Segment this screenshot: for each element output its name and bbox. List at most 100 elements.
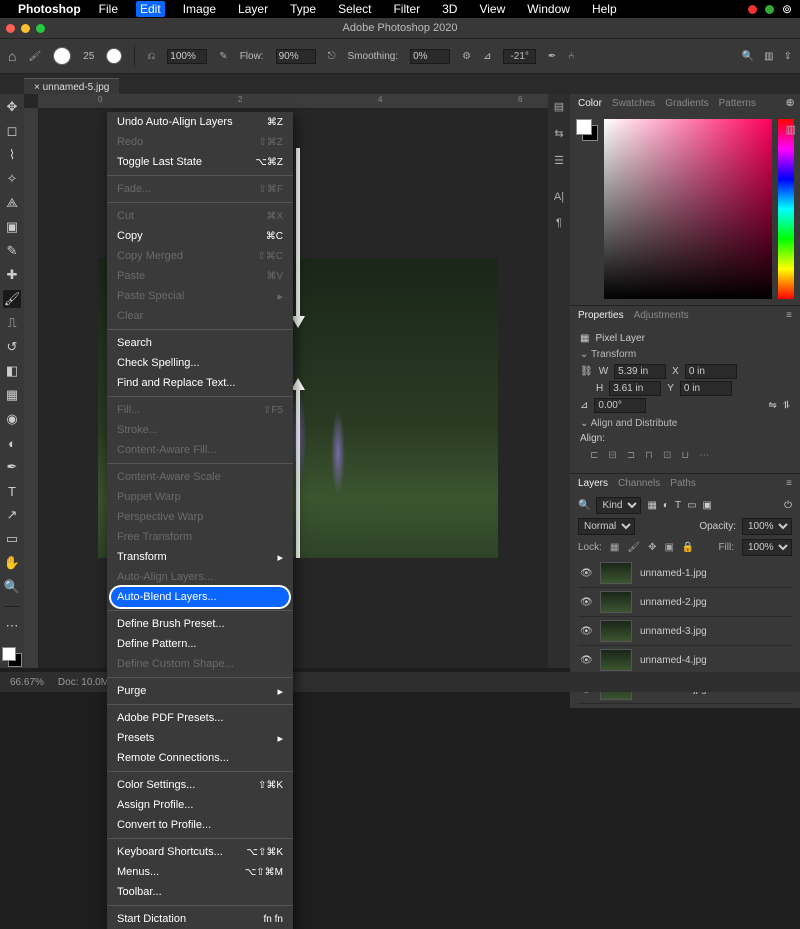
menu-edit[interactable]: Edit <box>136 1 165 17</box>
lock-pixels-icon[interactable]: ▦ <box>610 542 619 553</box>
paragraph-panel-icon[interactable]: ¶ <box>556 217 562 229</box>
menu-item-check-spelling[interactable]: Check Spelling... <box>107 353 293 373</box>
menu-item-toolbar[interactable]: Toolbar... <box>107 882 293 902</box>
menu-item-define-pattern[interactable]: Define Pattern... <box>107 634 293 654</box>
frame-tool[interactable]: ▣ <box>3 218 21 236</box>
menu-image[interactable]: Image <box>179 1 220 17</box>
transform-section[interactable]: ⌄ Transform <box>580 349 790 360</box>
character-panel-icon[interactable]: A| <box>554 191 564 203</box>
hand-tool[interactable]: ✋ <box>3 554 21 572</box>
airbrush-icon[interactable]: ⎋ <box>328 51 336 62</box>
align-bottom-icon[interactable]: ⊔ <box>681 450 689 461</box>
pressure-opacity-icon[interactable]: ✎ <box>219 51 227 62</box>
dodge-tool[interactable]: ◐ <box>3 434 21 452</box>
angle-field[interactable]: -21° <box>503 49 535 64</box>
edit-toolbar[interactable]: ⋯ <box>3 617 21 635</box>
menu-item-start-dictation[interactable]: Start Dictationfn fn <box>107 909 293 929</box>
x-field[interactable] <box>685 364 737 379</box>
layer-row[interactable]: 👁unnamed-2.jpg <box>578 588 792 617</box>
lock-artboard-icon[interactable]: ▣ <box>664 542 673 553</box>
opacity-field[interactable] <box>167 49 207 64</box>
width-field[interactable] <box>614 364 666 379</box>
layer-thumbnail[interactable] <box>600 620 632 642</box>
link-wh-icon[interactable]: ⛓ <box>580 366 593 377</box>
panel-menu-icon[interactable]: ≡ <box>786 478 792 489</box>
wand-tool[interactable]: ✧ <box>3 170 21 188</box>
height-field[interactable] <box>609 381 661 396</box>
menu-item-keyboard-shortcuts[interactable]: Keyboard Shortcuts...⌥⇧⌘K <box>107 842 293 862</box>
y-field[interactable] <box>680 381 732 396</box>
blend-mode[interactable]: Normal <box>578 518 635 535</box>
more-icon[interactable]: ⋯ <box>699 450 709 461</box>
tab-color[interactable]: Color <box>578 98 602 109</box>
menu-filter[interactable]: Filter <box>389 1 424 17</box>
menu-item-convert-to-profile[interactable]: Convert to Profile... <box>107 815 293 835</box>
pen-tool[interactable]: ✒ <box>3 458 21 476</box>
home-icon[interactable]: ⌂ <box>8 48 16 64</box>
healing-tool[interactable]: ✚ <box>3 266 21 284</box>
mode-icon[interactable]: ⎌ <box>147 51 155 62</box>
layer-thumbnail[interactable] <box>600 591 632 613</box>
tab-swatches[interactable]: Swatches <box>612 98 655 109</box>
move-tool[interactable]: ✥ <box>3 98 21 116</box>
filter-toggle[interactable]: ⏻ <box>784 500 792 511</box>
search-icon[interactable]: 🔍 <box>742 51 754 62</box>
filter-type-icon[interactable]: T <box>675 500 681 511</box>
menu-view[interactable]: View <box>475 1 509 17</box>
history-panel-icon[interactable]: ▤ <box>554 100 564 113</box>
layer-thumbnail[interactable] <box>600 562 632 584</box>
tab-adjustments[interactable]: Adjustments <box>634 310 689 321</box>
visibility-icon[interactable]: 👁 <box>580 597 592 608</box>
menu-help[interactable]: Help <box>588 1 621 17</box>
zoom-tool[interactable]: 🔍 <box>3 578 21 596</box>
filter-smart-icon[interactable]: ▣ <box>703 500 712 511</box>
close-window[interactable] <box>6 24 15 33</box>
align-right-icon[interactable]: ⊐ <box>627 450 635 461</box>
layer-row[interactable]: 👁unnamed-1.jpg <box>578 559 792 588</box>
layer-thumbnail[interactable] <box>600 649 632 671</box>
eraser-tool[interactable]: ◧ <box>3 362 21 380</box>
layer-row[interactable]: 👁unnamed-3.jpg <box>578 617 792 646</box>
align-section[interactable]: ⌄ Align and Distribute <box>580 418 790 429</box>
visibility-icon[interactable]: 👁 <box>580 626 592 637</box>
align-left-icon[interactable]: ⊏ <box>590 450 598 461</box>
tab-layers[interactable]: Layers <box>578 478 608 489</box>
panel-menu-icon[interactable]: ≡ <box>786 310 792 321</box>
tab-paths[interactable]: Paths <box>670 478 696 489</box>
menu-item-menus[interactable]: Menus...⌥⇧⌘M <box>107 862 293 882</box>
lock-brush-icon[interactable]: 🖌 <box>627 542 640 553</box>
filter-shape-icon[interactable]: ▭ <box>687 500 696 511</box>
options-panel-icon[interactable]: ☰ <box>554 154 564 167</box>
filter-adjust-icon[interactable]: ◐ <box>663 500 669 511</box>
share-icon[interactable]: ⇪ <box>784 51 792 62</box>
layer-row[interactable]: 👁unnamed-4.jpg <box>578 646 792 675</box>
menu-item-color-settings[interactable]: Color Settings...⇧⌘K <box>107 775 293 795</box>
menu-item-find-and-replace-text[interactable]: Find and Replace Text... <box>107 373 293 393</box>
libraries-panel-icon[interactable]: ▥ <box>786 123 796 136</box>
menu-select[interactable]: Select <box>334 1 375 17</box>
menu-item-define-brush-preset[interactable]: Define Brush Preset... <box>107 614 293 634</box>
brush-tool[interactable]: 🖌 <box>3 290 21 308</box>
menu-type[interactable]: Type <box>286 1 320 17</box>
align-vcenter-icon[interactable]: ⊡ <box>663 450 671 461</box>
menu-item-assign-profile[interactable]: Assign Profile... <box>107 795 293 815</box>
menu-item-purge[interactable]: Purge▸ <box>107 681 293 701</box>
gradient-tool[interactable]: ▦ <box>3 386 21 404</box>
crop-tool[interactable]: ⟁ <box>3 194 21 212</box>
symmetry-icon[interactable]: ⑃ <box>568 51 574 62</box>
ruler-vertical[interactable] <box>24 108 39 668</box>
opacity-field[interactable]: 100% <box>742 518 792 535</box>
menu-item-auto-blend-layers[interactable]: Auto-Blend Layers... <box>111 587 289 607</box>
menu-file[interactable]: File <box>95 1 122 17</box>
color-field[interactable] <box>604 119 772 299</box>
align-hcenter-icon[interactable]: ⊟ <box>608 450 616 461</box>
align-top-icon[interactable]: ⊓ <box>645 450 653 461</box>
fill-field[interactable]: 100% <box>742 539 792 556</box>
brush-preview[interactable] <box>53 47 71 65</box>
tab-gradients[interactable]: Gradients <box>665 98 708 109</box>
flip-v-icon[interactable]: ⥮ <box>783 400 790 411</box>
learn-panel-icon[interactable]: ⊕ <box>786 96 796 109</box>
gear-icon[interactable]: ⚙ <box>462 51 471 62</box>
workspace-icon[interactable]: ▥ <box>764 51 773 62</box>
brush-tool-icon[interactable]: 🖌 <box>28 51 41 62</box>
